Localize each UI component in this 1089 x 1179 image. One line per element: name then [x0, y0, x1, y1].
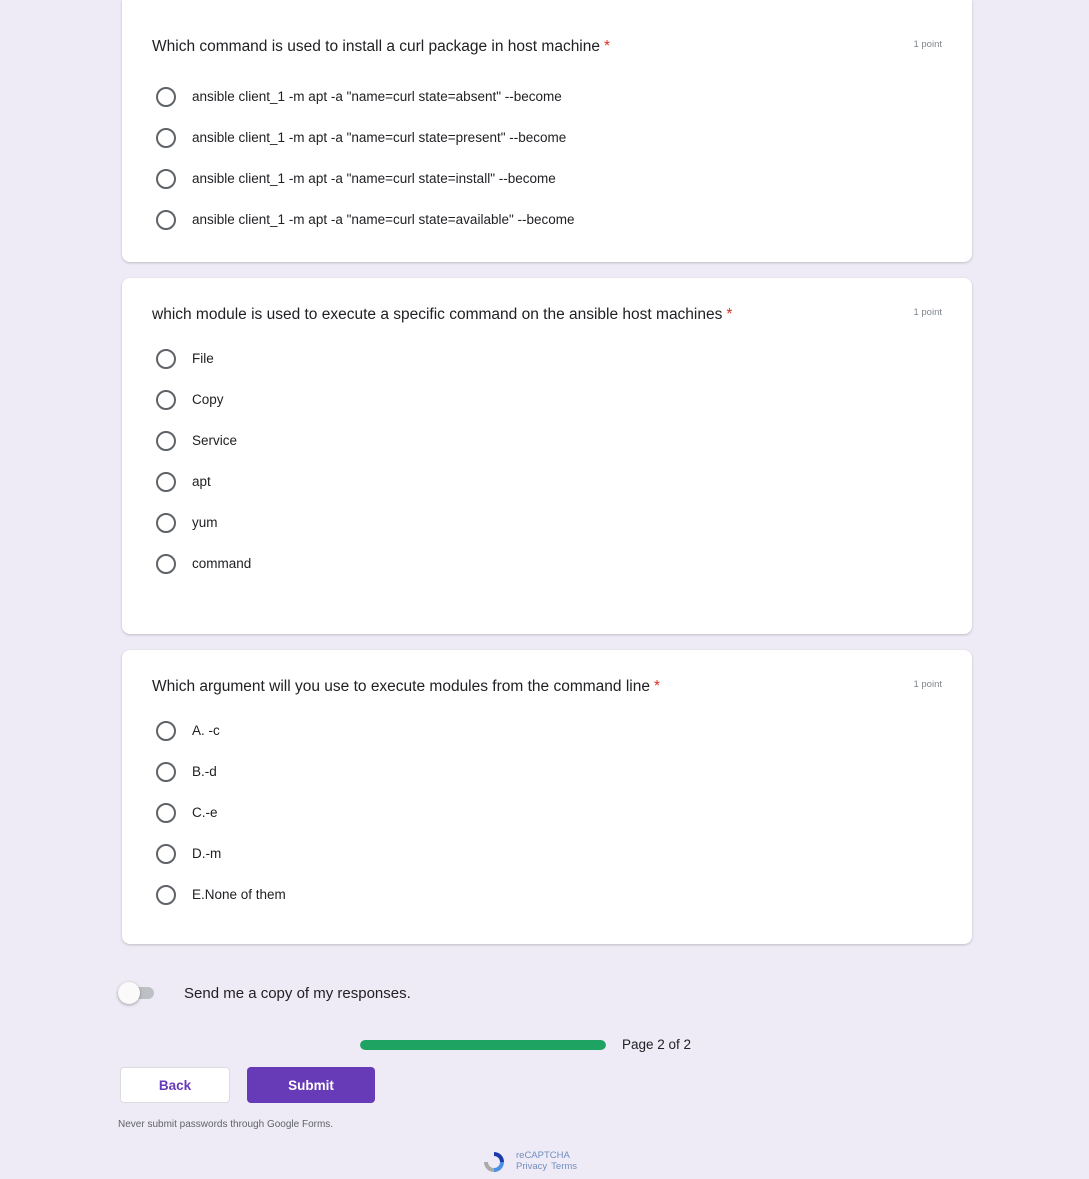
radio-option[interactable]: command: [152, 543, 942, 584]
radio-option[interactable]: Service: [152, 420, 942, 461]
option-label: Service: [192, 433, 238, 448]
radio-button-icon[interactable]: [156, 430, 176, 451]
radio-option[interactable]: A. -c: [152, 710, 942, 751]
radio-button-icon[interactable]: [156, 209, 176, 230]
radio-option[interactable]: C.-e: [152, 792, 942, 833]
privacy-link[interactable]: Privacy: [516, 1161, 547, 1172]
points-label: 1 point: [913, 39, 942, 50]
recaptcha-text: reCAPTCHA Privacy Terms: [516, 1150, 581, 1172]
question-header: Which argument will you use to execute m…: [152, 674, 942, 700]
radio-button-icon[interactable]: [156, 168, 176, 189]
radio-option[interactable]: File: [152, 338, 942, 379]
back-button[interactable]: Back: [120, 1067, 230, 1103]
recaptcha-badge: reCAPTCHA Privacy Terms: [482, 1150, 581, 1174]
radio-option[interactable]: apt: [152, 461, 942, 502]
radio-button-icon[interactable]: [156, 512, 176, 533]
question-title: Which command is used to install a curl …: [152, 38, 611, 55]
question-title: which module is used to execute a specif…: [152, 306, 733, 323]
password-warning: Never submit passwords through Google Fo…: [118, 1119, 334, 1130]
recaptcha-title: reCAPTCHA: [516, 1150, 570, 1161]
radio-button-icon[interactable]: [156, 802, 176, 823]
radio-option[interactable]: Copy: [152, 379, 942, 420]
radio-option[interactable]: yum: [152, 502, 942, 543]
points-label: 1 point: [913, 679, 942, 690]
question-header: Which command is used to install a curl …: [152, 34, 942, 60]
send-copy-row: Send me a copy of my responses.: [118, 982, 411, 1004]
option-label: Copy: [192, 392, 224, 407]
radio-option[interactable]: ansible client_1 -m apt -a "name=curl st…: [152, 158, 942, 199]
radio-button-icon[interactable]: [156, 348, 176, 369]
radio-option[interactable]: ansible client_1 -m apt -a "name=curl st…: [152, 76, 942, 117]
option-label: ansible client_1 -m apt -a "name=curl st…: [192, 212, 575, 227]
option-label: ansible client_1 -m apt -a "name=curl st…: [192, 89, 562, 104]
question-card-3: Which argument will you use to execute m…: [122, 650, 972, 944]
toggle-thumb: [118, 982, 140, 1004]
recaptcha-links: Privacy Terms: [516, 1161, 581, 1172]
progress-fill: [360, 1039, 606, 1050]
progress-row: Page 2 of 2: [360, 1037, 691, 1052]
radio-button-icon[interactable]: [156, 127, 176, 148]
required-asterisk: *: [726, 306, 733, 323]
option-label: yum: [192, 515, 218, 530]
progress-bar: [360, 1039, 606, 1050]
points-label: 1 point: [913, 307, 942, 318]
radio-button-icon[interactable]: [156, 553, 176, 574]
radio-button-icon[interactable]: [156, 86, 176, 107]
radio-button-icon[interactable]: [156, 884, 176, 905]
options-group: A. -c B.-d C.-e D.-m E.None of them: [152, 710, 942, 915]
question-card-2: which module is used to execute a specif…: [122, 278, 972, 634]
options-group: File Copy Service apt yum command: [152, 338, 942, 584]
radio-button-icon[interactable]: [156, 761, 176, 782]
question-header: which module is used to execute a specif…: [152, 302, 942, 328]
radio-button-icon[interactable]: [156, 389, 176, 410]
radio-button-icon[interactable]: [156, 843, 176, 864]
required-asterisk: *: [604, 38, 611, 55]
option-label: ansible client_1 -m apt -a "name=curl st…: [192, 130, 567, 145]
option-label: apt: [192, 474, 211, 489]
option-label: A. -c: [192, 723, 220, 738]
send-copy-toggle[interactable]: [118, 982, 156, 1004]
options-group: ansible client_1 -m apt -a "name=curl st…: [152, 76, 942, 240]
radio-option[interactable]: B.-d: [152, 751, 942, 792]
option-label: D.-m: [192, 846, 222, 861]
recaptcha-icon: [482, 1150, 506, 1174]
radio-option[interactable]: E.None of them: [152, 874, 942, 915]
required-asterisk: *: [653, 678, 660, 695]
send-copy-label: Send me a copy of my responses.: [184, 984, 411, 1002]
question-title: Which argument will you use to execute m…: [152, 678, 660, 695]
terms-link[interactable]: Terms: [551, 1161, 577, 1172]
submit-button[interactable]: Submit: [247, 1067, 375, 1103]
option-label: C.-e: [192, 805, 218, 820]
radio-button-icon[interactable]: [156, 471, 176, 492]
radio-button-icon[interactable]: [156, 720, 176, 741]
option-label: B.-d: [192, 764, 217, 779]
radio-option[interactable]: D.-m: [152, 833, 942, 874]
radio-option[interactable]: ansible client_1 -m apt -a "name=curl st…: [152, 199, 942, 240]
radio-option[interactable]: ansible client_1 -m apt -a "name=curl st…: [152, 117, 942, 158]
option-label: File: [192, 351, 214, 366]
option-label: E.None of them: [192, 887, 286, 902]
question-card-1: Which command is used to install a curl …: [122, 0, 972, 262]
option-label: command: [192, 556, 252, 571]
option-label: ansible client_1 -m apt -a "name=curl st…: [192, 171, 556, 186]
page-indicator: Page 2 of 2: [622, 1037, 692, 1052]
